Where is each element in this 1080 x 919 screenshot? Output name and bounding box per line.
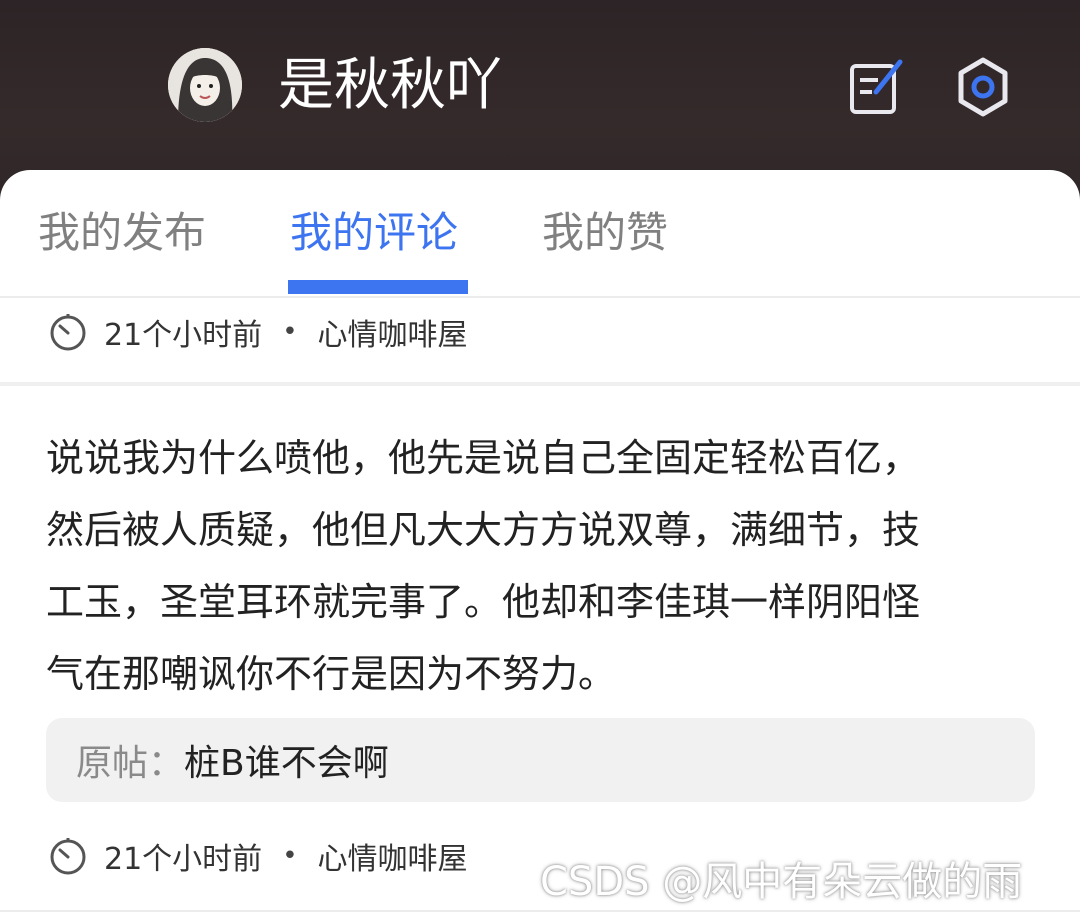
quote-text: 桩B谁不会啊: [184, 743, 389, 784]
comment-meta: 21个小时前 • 心情咖啡屋: [48, 834, 468, 878]
board-name[interactable]: 心情咖啡屋: [318, 834, 468, 878]
tab-my-posts[interactable]: 我的发布: [38, 200, 206, 266]
tab-divider: [0, 296, 1080, 298]
comment-line: 气在那嘲讽你不行是因为不努力。: [46, 652, 617, 696]
comment-time: 21个小时前: [104, 842, 263, 877]
avatar-image: [168, 48, 242, 122]
item-divider: [0, 382, 1080, 386]
item-divider: [0, 910, 1080, 912]
tab-my-likes[interactable]: 我的赞: [542, 200, 668, 266]
comment-line: 然后被人质疑，他但凡大大方方说双尊，满细节，技: [46, 508, 921, 552]
post-time: 21个小时前: [104, 318, 263, 353]
comment-body[interactable]: 说说我为什么喷他，他先是说自己全固定轻松百亿， 然后被人质疑，他但凡大大方方说双…: [46, 422, 1036, 710]
comment-line: 说说我为什么喷他，他先是说自己全固定轻松百亿，: [46, 436, 921, 480]
meta-separator: •: [282, 841, 298, 871]
clock-icon: [50, 838, 86, 875]
edit-button[interactable]: [846, 56, 908, 118]
quote-label: 原帖：: [76, 743, 185, 784]
avatar[interactable]: [168, 48, 242, 122]
gear-icon: [958, 57, 1008, 117]
clock-icon: [50, 314, 86, 351]
tab-my-comments[interactable]: 我的评论: [290, 200, 458, 266]
profile-username: 是秋秋吖: [278, 53, 502, 118]
active-tab-indicator: [288, 280, 468, 294]
board-name[interactable]: 心情咖啡屋: [318, 310, 468, 354]
watermark: CSDS @风中有朵云做的雨: [540, 859, 1023, 905]
original-post-quote[interactable]: 原帖： 桩B谁不会啊: [46, 718, 1035, 802]
meta-separator: •: [282, 317, 298, 347]
settings-button[interactable]: [950, 54, 1016, 120]
previous-item-meta: 21个小时前 • 心情咖啡屋: [48, 310, 468, 354]
comment-line: 工玉，圣堂耳环就完事了。他却和李佳琪一样阴阳怪: [46, 580, 921, 624]
edit-note-icon: [850, 59, 903, 114]
